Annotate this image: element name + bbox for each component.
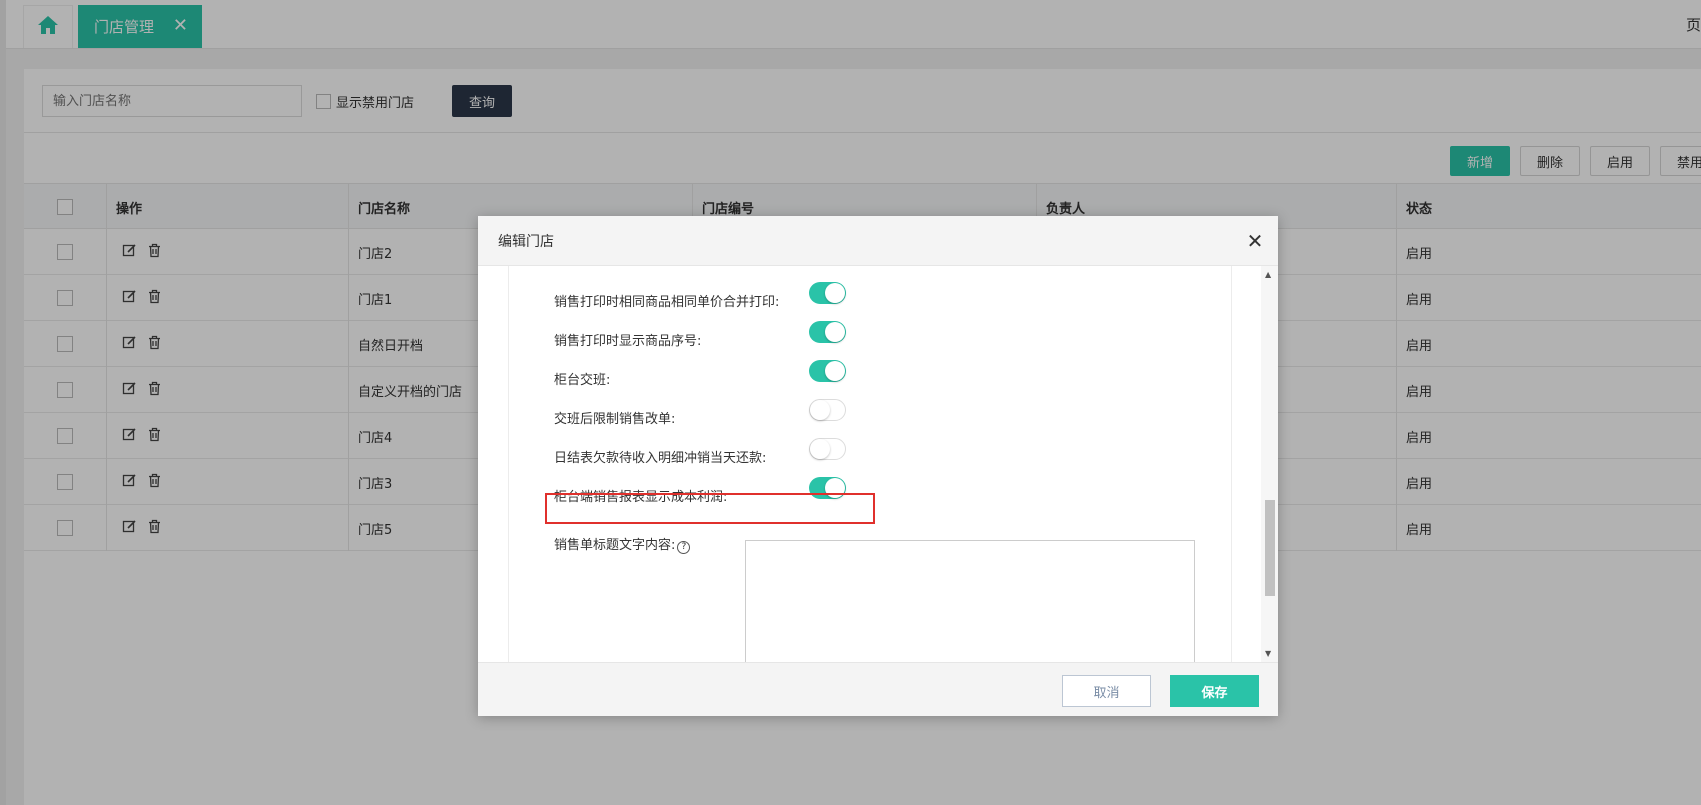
option-toggle[interactable] (809, 321, 846, 343)
scroll-down-icon[interactable]: ▼ (1265, 649, 1271, 658)
title-text-textarea[interactable] (745, 540, 1195, 662)
option-toggle[interactable] (809, 360, 846, 382)
title-text-label: 销售单标题文字内容:? (554, 534, 691, 554)
toggle-knob (810, 439, 830, 459)
close-icon[interactable]: ✕ (1244, 230, 1266, 252)
dialog-header: 编辑门店 ✕ (478, 216, 1278, 266)
help-icon[interactable]: ? (677, 541, 691, 554)
toggle-knob (825, 322, 845, 342)
option-label: 销售打印时显示商品序号: (554, 334, 702, 349)
option-toggle[interactable] (809, 282, 846, 304)
scroll-thumb[interactable] (1265, 500, 1275, 596)
dialog-form: 销售打印时相同商品相同单价合并打印: 销售打印时显示商品序号: 柜台交班: 交班后限制… (508, 266, 1232, 662)
highlight-box (545, 493, 875, 524)
toggle-knob (825, 361, 845, 381)
toggle-knob (825, 283, 845, 303)
toggle-knob (810, 400, 830, 420)
option-label: 日结表欠款待收入明细冲销当天还款: (554, 451, 767, 466)
option-toggle[interactable] (809, 438, 846, 460)
dialog-scrollbar[interactable]: ▲ ▼ (1261, 266, 1278, 662)
option-label: 销售打印时相同商品相同单价合并打印: (554, 295, 780, 310)
option-label: 柜台交班: (554, 373, 611, 388)
option-label: 交班后限制销售改单: (554, 412, 676, 427)
option-toggle[interactable] (809, 399, 846, 421)
cancel-button[interactable]: 取消 (1062, 675, 1151, 707)
edit-store-dialog: 编辑门店 ✕ 销售打印时相同商品相同单价合并打印: 销售打印时显示商品序号: 柜台交… (478, 216, 1278, 716)
scroll-up-icon[interactable]: ▲ (1265, 270, 1271, 279)
dialog-footer: 取消 保存 (478, 662, 1278, 716)
dialog-title: 编辑门店 (498, 233, 554, 250)
title-text-label-text: 销售单标题文字内容: (554, 538, 676, 553)
save-button[interactable]: 保存 (1170, 675, 1259, 707)
dialog-body: 销售打印时相同商品相同单价合并打印: 销售打印时显示商品序号: 柜台交班: 交班后限制… (478, 266, 1278, 662)
